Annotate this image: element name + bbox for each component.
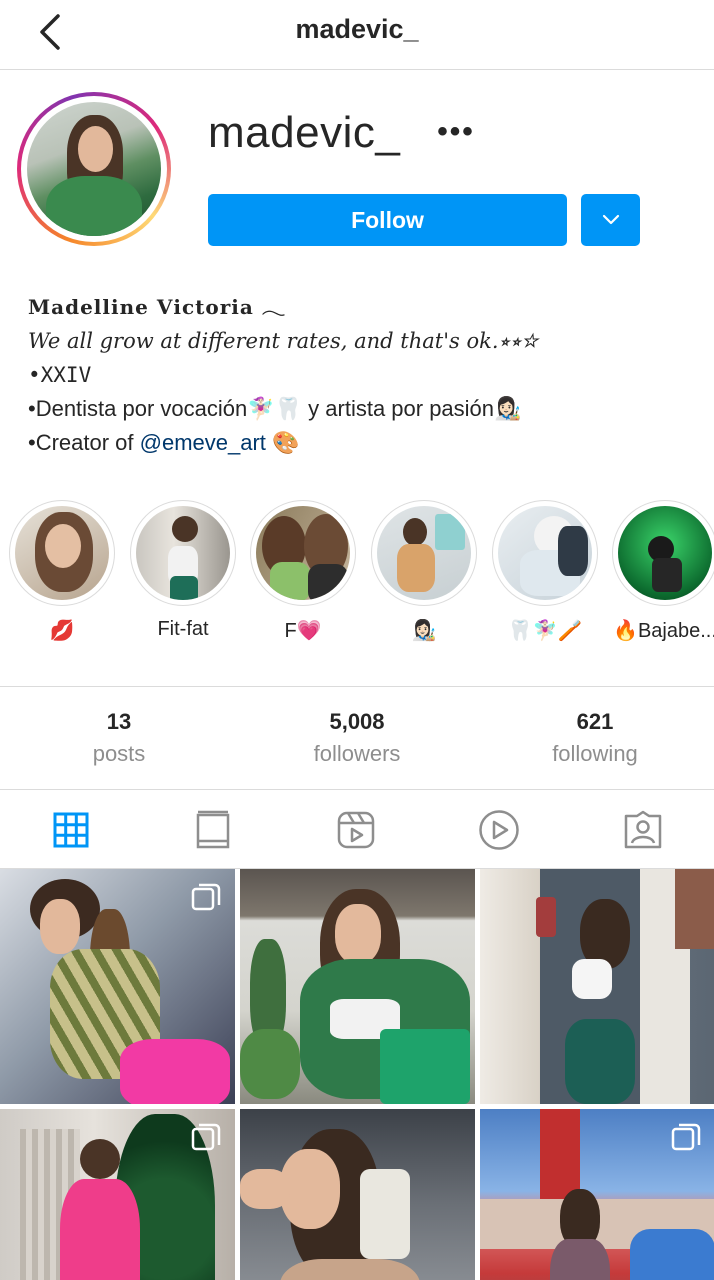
stat-followers-label: followers <box>313 741 401 766</box>
grid-post[interactable] <box>0 869 235 1104</box>
stat-followers-value: 5,008 <box>329 709 385 734</box>
stat-posts-value: 13 <box>106 709 132 734</box>
grid-post[interactable] <box>240 869 475 1104</box>
stat-posts-label: posts <box>92 741 146 766</box>
stat-followers[interactable]: 5,008 followers <box>257 709 457 767</box>
profile-username: madevic_ <box>208 108 401 157</box>
grid-post[interactable] <box>0 1109 235 1280</box>
tab-videos[interactable] <box>477 808 521 852</box>
highlight-item[interactable]: 🦷🧚🏻‍♀️🪥 <box>490 500 600 643</box>
grid-post[interactable] <box>240 1109 475 1280</box>
highlight-item[interactable]: 💋 <box>7 500 117 643</box>
highlight-label: 👩🏻‍🎨 <box>411 620 437 642</box>
grid-post[interactable] <box>480 869 714 1104</box>
reels-icon <box>337 811 375 849</box>
highlight-label: F💗 <box>284 620 322 642</box>
bio-profession: •Dentista por vocación🧚🏻‍♀️🦷 y artista p… <box>28 396 522 421</box>
bio-creator-link[interactable]: @emeve_art <box>140 430 266 455</box>
multiple-posts-icon <box>191 1123 221 1151</box>
highlight-label: 🔥Bajabe... <box>613 620 714 642</box>
tab-grid[interactable] <box>49 808 93 852</box>
highlight-item[interactable]: 👩🏻‍🎨 <box>369 500 479 643</box>
bio-creator-line: •Creator of @emeve_art 🎨 <box>28 430 300 455</box>
profile-tabs <box>0 791 714 869</box>
tab-reels[interactable] <box>334 808 378 852</box>
grid-post[interactable] <box>480 1109 714 1280</box>
highlight-label: 💋 <box>49 620 75 642</box>
suggested-dropdown-button[interactable] <box>581 194 640 246</box>
profile-avatar[interactable] <box>17 92 171 246</box>
more-dots-icon: ••• <box>437 115 475 148</box>
avatar-photo <box>27 102 161 236</box>
multiple-posts-icon <box>191 883 221 911</box>
bio-name: 𝐌𝐚𝐝𝐞𝐥𝐥𝐢𝐧𝐞 𝐕𝐢𝐜𝐭𝐨𝐫𝐢𝐚 𓂃 <box>28 295 287 319</box>
stat-posts: 13 posts <box>19 709 219 767</box>
posts-grid <box>0 869 714 1280</box>
stat-following[interactable]: 621 following <box>495 709 695 767</box>
follow-button[interactable]: Follow <box>208 194 567 246</box>
top-nav-bar: madevic_ <box>0 0 714 70</box>
chevron-down-icon <box>602 214 619 225</box>
highlight-label: Fit-fat <box>157 618 209 640</box>
more-options-button[interactable]: ••• <box>434 115 478 148</box>
highlight-label: 🦷🧚🏻‍♀️🪥 <box>507 620 583 642</box>
tab-tagged[interactable] <box>621 808 665 852</box>
tagged-icon <box>624 810 662 849</box>
profile-stats: 13 posts 5,008 followers 621 following <box>0 686 714 790</box>
multiple-posts-icon <box>671 1123 701 1151</box>
bio-quote: We all grow at different rates, and that… <box>28 329 538 353</box>
tab-guides[interactable] <box>191 808 235 852</box>
story-highlights: 💋 Fit-fat F💗 👩🏻‍🎨 🦷🧚🏻 <box>0 500 714 650</box>
guide-icon <box>196 810 230 849</box>
grid-icon <box>53 812 89 848</box>
profile-bio: 𝐌𝐚𝐝𝐞𝐥𝐥𝐢𝐧𝐞 𝐕𝐢𝐜𝐭𝐨𝐫𝐢𝐚 𓂃 We all grow at diff… <box>28 290 708 460</box>
bio-age: •XXIV <box>28 363 92 387</box>
highlight-item[interactable]: Fit-fat <box>128 500 238 641</box>
highlight-item[interactable]: F💗 <box>248 500 358 643</box>
stat-following-value: 621 <box>576 709 614 734</box>
header-title: madevic_ <box>295 14 419 44</box>
video-icon <box>479 810 519 850</box>
highlight-item[interactable]: 🔥Bajabe... <box>610 500 714 643</box>
stat-following-label: following <box>552 741 638 766</box>
